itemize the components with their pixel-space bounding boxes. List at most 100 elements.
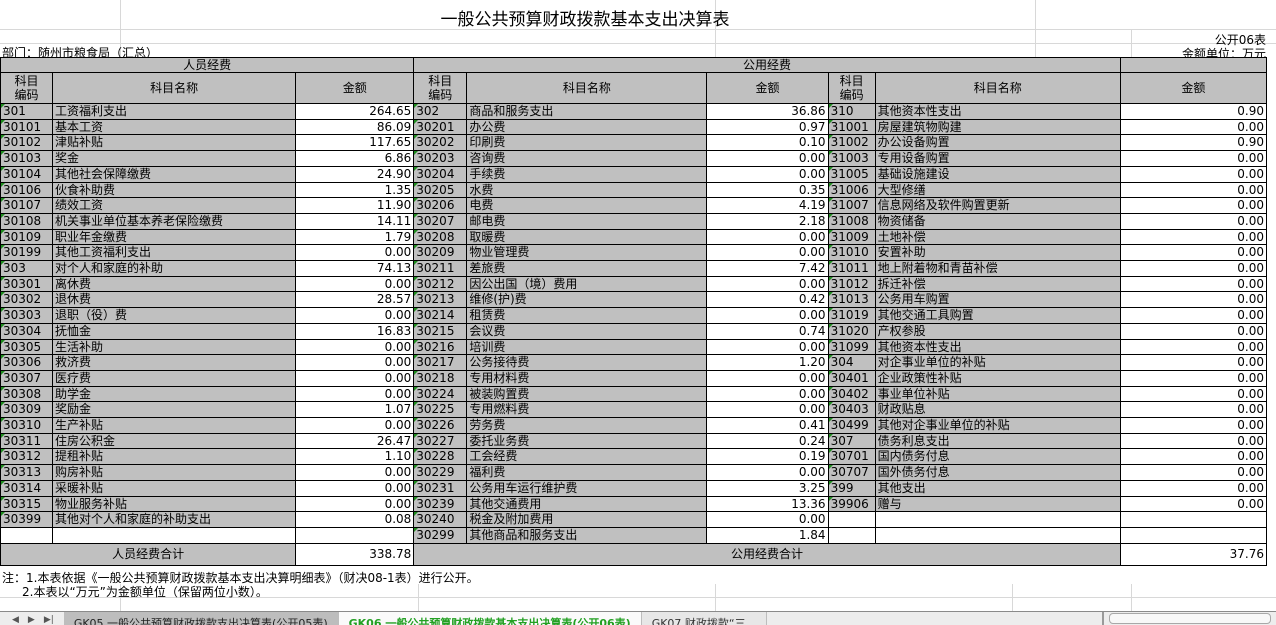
cell-code[interactable]: 304: [828, 355, 875, 371]
cell-amount[interactable]: [296, 527, 414, 543]
cell-amount[interactable]: 0.00: [1120, 151, 1266, 167]
cell-code[interactable]: 30199: [1, 245, 53, 261]
cell-name[interactable]: 奖励金: [53, 402, 296, 418]
cell-amount[interactable]: 4.19: [707, 198, 828, 214]
cell-code[interactable]: 30101: [1, 119, 53, 135]
cell-amount[interactable]: 0.00: [296, 386, 414, 402]
cell-name[interactable]: 奖金: [53, 151, 296, 167]
cell-amount[interactable]: 0.00: [296, 418, 414, 434]
cell-name[interactable]: 办公费: [467, 119, 707, 135]
cell-amount[interactable]: 0.00: [707, 229, 828, 245]
cell-name[interactable]: 差旅费: [467, 261, 707, 277]
cell-name[interactable]: 基础设施建设: [875, 166, 1120, 182]
cell-name[interactable]: 债务利息支出: [875, 433, 1120, 449]
cell-code[interactable]: 30108: [1, 213, 53, 229]
cell-amount[interactable]: 6.86: [296, 151, 414, 167]
cell-name[interactable]: 物业服务补贴: [53, 496, 296, 512]
cell-code[interactable]: 30208: [414, 229, 467, 245]
cell-amount[interactable]: 1.07: [296, 402, 414, 418]
cell-code[interactable]: 30305: [1, 339, 53, 355]
cell-name[interactable]: 对企事业单位的补贴: [875, 355, 1120, 371]
cell-code[interactable]: 39906: [828, 496, 875, 512]
cell-amount[interactable]: 0.00: [1120, 465, 1266, 481]
cell-name[interactable]: 其他交通费用: [467, 496, 707, 512]
cell-amount[interactable]: 0.42: [707, 292, 828, 308]
cell-code[interactable]: 31007: [828, 198, 875, 214]
group-personnel-funds[interactable]: 人员经费: [1, 58, 414, 73]
cell-amount[interactable]: 1.10: [296, 449, 414, 465]
cell-name[interactable]: 其他社会保障缴费: [53, 166, 296, 182]
cell-amount[interactable]: 0.00: [1120, 261, 1266, 277]
cell-amount[interactable]: 0.00: [1120, 213, 1266, 229]
cell-amount[interactable]: 1.79: [296, 229, 414, 245]
cell-code[interactable]: 31005: [828, 166, 875, 182]
cell-amount[interactable]: 74.13: [296, 261, 414, 277]
cell-name[interactable]: 其他支出: [875, 480, 1120, 496]
cell-amount[interactable]: 0.00: [296, 480, 414, 496]
cell-code[interactable]: 30225: [414, 402, 467, 418]
cell-code[interactable]: 31001: [828, 119, 875, 135]
cell-name[interactable]: 工资福利支出: [53, 104, 296, 120]
cell-code[interactable]: 31012: [828, 276, 875, 292]
cell-name[interactable]: 产权参股: [875, 323, 1120, 339]
cell-amount[interactable]: 0.00: [707, 166, 828, 182]
cell-amount[interactable]: 1.84: [707, 527, 828, 543]
personnel-total-amount[interactable]: 338.78: [296, 543, 414, 565]
cell-code[interactable]: 30214: [414, 308, 467, 324]
cell-name[interactable]: 基本工资: [53, 119, 296, 135]
cell-code[interactable]: 30204: [414, 166, 467, 182]
cell-code[interactable]: 30213: [414, 292, 467, 308]
cell-code[interactable]: 30205: [414, 182, 467, 198]
col-header-amount[interactable]: 金额: [1120, 73, 1266, 104]
cell-name[interactable]: 会议费: [467, 323, 707, 339]
cell-amount[interactable]: 0.00: [296, 308, 414, 324]
cell-name[interactable]: 信息网络及软件购置更新: [875, 198, 1120, 214]
cell-amount[interactable]: 0.00: [1120, 182, 1266, 198]
cell-code[interactable]: 31008: [828, 213, 875, 229]
cell-code[interactable]: 399: [828, 480, 875, 496]
col-header-code[interactable]: 科目编码: [1, 73, 53, 104]
cell-amount[interactable]: 0.00: [1120, 355, 1266, 371]
cell-name[interactable]: 取暖费: [467, 229, 707, 245]
cell-name[interactable]: 土地补偿: [875, 229, 1120, 245]
cell-amount[interactable]: 0.00: [1120, 323, 1266, 339]
col-header-name[interactable]: 科目名称: [53, 73, 296, 104]
cell-amount[interactable]: 0.00: [1120, 418, 1266, 434]
cell-amount[interactable]: 14.11: [296, 213, 414, 229]
cell-code[interactable]: 30228: [414, 449, 467, 465]
cell-name[interactable]: 事业单位补贴: [875, 386, 1120, 402]
cell-code[interactable]: 31020: [828, 323, 875, 339]
cell-name[interactable]: 国内债务付息: [875, 449, 1120, 465]
cell-code[interactable]: 30217: [414, 355, 467, 371]
cell-code[interactable]: 30499: [828, 418, 875, 434]
cell-name[interactable]: [875, 527, 1120, 543]
cell-name[interactable]: 因公出国（境）费用: [467, 276, 707, 292]
cell-name[interactable]: 生产补贴: [53, 418, 296, 434]
cell-code[interactable]: 30314: [1, 480, 53, 496]
cell-name[interactable]: 培训费: [467, 339, 707, 355]
cell-amount[interactable]: 0.00: [707, 308, 828, 324]
cell-amount[interactable]: 0.00: [707, 370, 828, 386]
cell-amount[interactable]: [1120, 527, 1266, 543]
cell-code[interactable]: 31013: [828, 292, 875, 308]
cell-code[interactable]: 30107: [1, 198, 53, 214]
tab-nav-prev-icon[interactable]: ◀: [12, 615, 19, 625]
group-public-funds[interactable]: 公用经费: [414, 58, 1121, 73]
cell-amount[interactable]: 0.00: [1120, 449, 1266, 465]
cell-code[interactable]: 31002: [828, 135, 875, 151]
cell-amount[interactable]: 26.47: [296, 433, 414, 449]
cell-amount[interactable]: 0.00: [707, 465, 828, 481]
cell-name[interactable]: 工会经费: [467, 449, 707, 465]
cell-name[interactable]: 租赁费: [467, 308, 707, 324]
cell-amount[interactable]: 0.00: [707, 386, 828, 402]
cell-code[interactable]: 30109: [1, 229, 53, 245]
cell-code[interactable]: 30102: [1, 135, 53, 151]
cell-name[interactable]: 邮电费: [467, 213, 707, 229]
cell-code[interactable]: 30301: [1, 276, 53, 292]
cell-code[interactable]: 30303: [1, 308, 53, 324]
cell-name[interactable]: 其他对企事业单位的补贴: [875, 418, 1120, 434]
cell-code[interactable]: 30227: [414, 433, 467, 449]
cell-amount[interactable]: 0.41: [707, 418, 828, 434]
cell-amount[interactable]: 3.25: [707, 480, 828, 496]
cell-code[interactable]: 30224: [414, 386, 467, 402]
